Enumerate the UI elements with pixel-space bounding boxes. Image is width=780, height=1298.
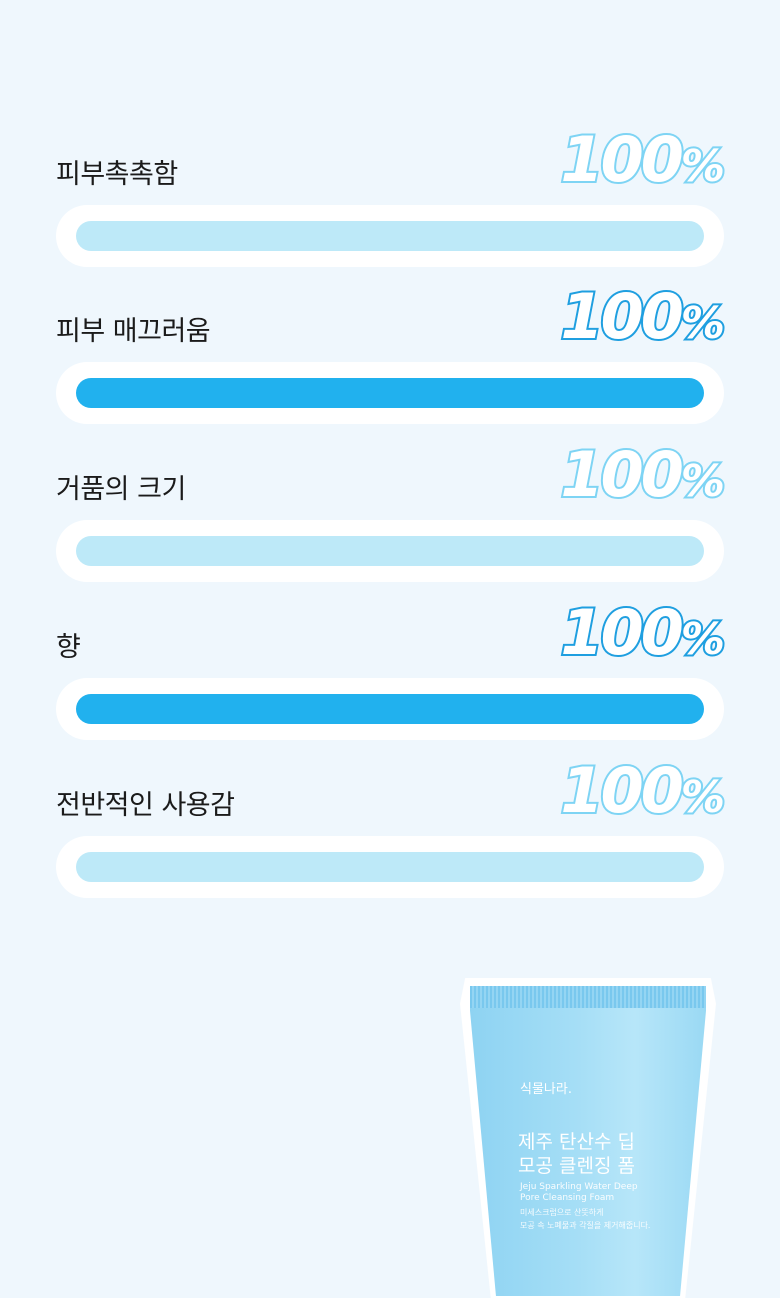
progress-track (56, 678, 724, 740)
metric-percent: 100% (558, 596, 727, 670)
product-description: 미세스크럽으로 산뜻하게 모공 속 노폐물과 각질을 제거해줍니다. (520, 1208, 651, 1230)
tube-crimp (470, 986, 706, 1008)
product-brand: 식물나라. (520, 1082, 572, 1097)
metric-percent: 100% (558, 438, 727, 512)
metric-label: 전반적인 사용감 (56, 790, 235, 821)
progress-fill (76, 536, 704, 566)
metric-label: 피부 매끄러움 (56, 316, 211, 347)
metric-label: 피부촉촉함 (56, 159, 178, 190)
progress-fill (76, 378, 704, 408)
product-name-english: Jeju Sparkling Water Deep Pore Cleansing… (520, 1182, 638, 1203)
product-tube-image: 식물나라. 제주 탄산수 딥 모공 클렌징 폼 Jeju Sparkling W… (460, 978, 720, 1298)
progress-fill (76, 221, 704, 251)
metric-percent: 100% (558, 754, 727, 828)
metric-overall-feel: 전반적인 사용감 100% (0, 754, 780, 936)
metric-label: 향 (56, 632, 81, 663)
progress-fill (76, 852, 704, 882)
metric-percent: 100% (558, 123, 727, 197)
progress-track (56, 836, 724, 898)
progress-fill (76, 694, 704, 724)
product-name-korean: 제주 탄산수 딥 모공 클렌징 폼 (518, 1131, 635, 1177)
progress-track (56, 205, 724, 267)
progress-track (56, 520, 724, 582)
metric-label: 거품의 크기 (56, 474, 186, 505)
metric-percent: 100% (558, 280, 727, 354)
progress-track (56, 362, 724, 424)
